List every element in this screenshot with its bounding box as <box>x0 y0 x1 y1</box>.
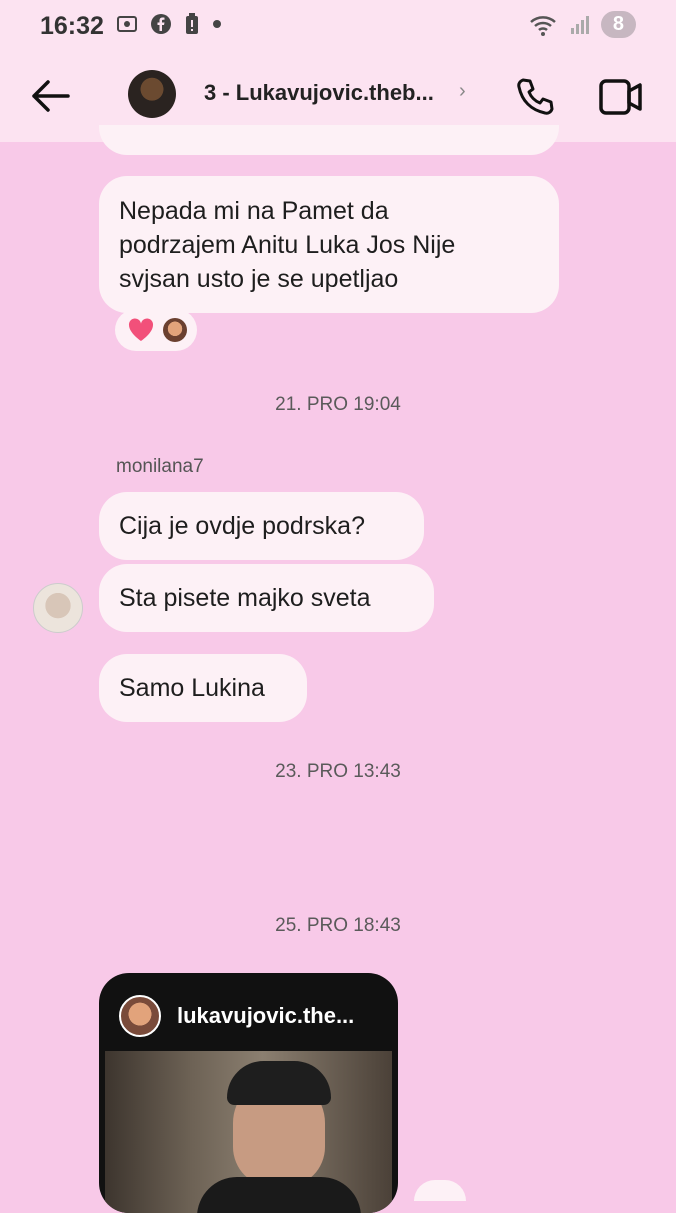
message-reactions[interactable] <box>115 309 197 351</box>
message-bubble[interactable]: Sta pisete majko sveta <box>99 564 434 632</box>
battery-level: 8 <box>600 11 636 38</box>
signal-icon <box>570 15 589 34</box>
timestamp: 25. PRO 18:43 <box>275 915 401 936</box>
message-text-line: podrzajem Anitu Luka Jos Nije <box>119 231 456 259</box>
chevron-right-icon[interactable]: › <box>459 80 466 103</box>
share-button[interactable] <box>414 1180 466 1201</box>
status-right: 8 <box>529 11 636 38</box>
message-text: Sta pisete majko sveta <box>119 584 371 612</box>
shared-post-image[interactable] <box>105 1051 392 1213</box>
message-text-line: svjsan usto je se upetljao <box>119 265 399 293</box>
contact-avatar[interactable] <box>128 70 176 118</box>
message-text-line: Nepada mi na Pamet da <box>119 197 389 225</box>
status-notification-icons <box>116 13 222 35</box>
video-call-button[interactable] <box>598 78 644 121</box>
photo-person-cap <box>227 1061 331 1105</box>
back-button[interactable] <box>28 76 72 121</box>
message-text: Samo Lukina <box>119 674 265 702</box>
battery-saver-icon <box>186 13 198 34</box>
reactor-avatar <box>163 318 187 342</box>
chat-title[interactable]: 3 - Lukavujovic.theb... <box>204 80 434 106</box>
status-time: 16:32 <box>40 12 104 40</box>
sender-avatar[interactable] <box>33 583 83 633</box>
shared-post-avatar <box>119 995 161 1037</box>
voice-call-button[interactable] <box>514 76 556 123</box>
message-bubble[interactable]: Samo Lukina <box>99 654 307 722</box>
message-bubble[interactable]: Nepada mi na Pamet da podrzajem Anitu Lu… <box>99 176 559 313</box>
photo-person-body <box>197 1177 361 1213</box>
message-text: Cija je ovdje podrska? <box>119 512 365 540</box>
heart-icon <box>128 318 154 341</box>
screenshot-icon <box>117 16 137 32</box>
timestamp: 23. PRO 13:43 <box>275 761 401 782</box>
timestamp: 21. PRO 19:04 <box>275 394 401 415</box>
status-bar: 16:32 8 <box>0 0 676 52</box>
previous-message-bubble <box>99 125 559 155</box>
facebook-icon <box>151 14 171 34</box>
back-arrow-icon <box>32 80 70 112</box>
shared-post-username: lukavujovic.the... <box>177 1003 355 1028</box>
shared-post-card[interactable]: lukavujovic.the... <box>99 973 398 1213</box>
message-bubble[interactable]: Cija je ovdje podrska? <box>99 492 424 560</box>
sender-name: monilana7 <box>116 456 204 477</box>
wifi-icon <box>530 15 556 36</box>
dot-icon <box>213 20 221 28</box>
phone-icon <box>517 78 554 115</box>
video-camera-icon <box>599 79 642 115</box>
